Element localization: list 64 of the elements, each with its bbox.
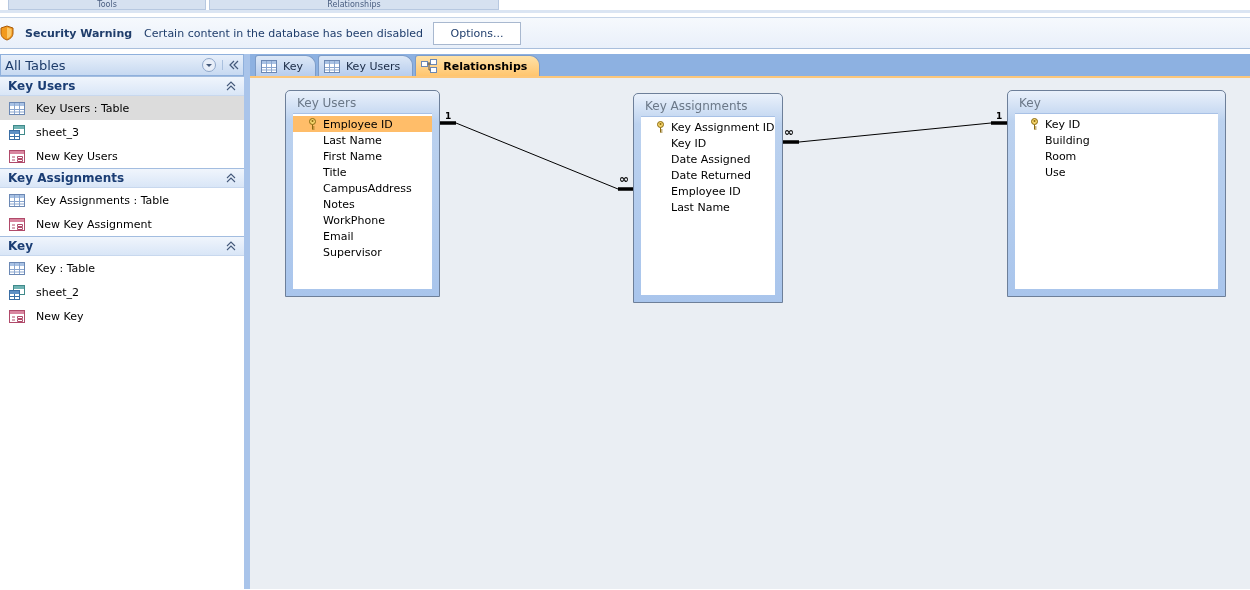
field-item[interactable]: Last Name <box>293 132 432 148</box>
nav-item[interactable]: Key Assignments : Table <box>0 188 244 212</box>
form-icon <box>9 216 25 232</box>
collapse-pane-icon[interactable] <box>222 60 239 70</box>
options-button[interactable]: Options... <box>433 21 522 45</box>
field-item[interactable]: Room <box>1015 148 1218 164</box>
document-tab[interactable]: Key Users <box>317 55 414 76</box>
dropdown-icon[interactable] <box>202 58 216 72</box>
field-item[interactable]: Email <box>293 228 432 244</box>
nav-item[interactable]: sheet_3 <box>0 120 244 144</box>
group-header[interactable]: Key <box>0 236 244 256</box>
table-icon <box>9 192 25 208</box>
cardinality-label: ∞ <box>619 174 629 184</box>
relationship-line[interactable] <box>783 121 1007 144</box>
group-title: Key <box>8 239 35 253</box>
field-item[interactable]: Employee ID <box>641 183 775 199</box>
cardinality-label: ∞ <box>784 127 794 137</box>
nav-item[interactable]: New Key <box>0 304 244 328</box>
field-item[interactable]: Key Assignment ID <box>641 119 775 135</box>
cardinality-label: 1 <box>996 111 1003 121</box>
table-icon <box>9 260 25 276</box>
form-icon <box>9 308 25 324</box>
nav-item[interactable]: sheet_2 <box>0 280 244 304</box>
sheet-icon <box>9 284 25 300</box>
field-item[interactable]: Date Assigned <box>641 151 775 167</box>
field-item[interactable]: Date Returned <box>641 167 775 183</box>
field-item[interactable]: Supervisor <box>293 244 432 260</box>
field-item[interactable]: Key ID <box>641 135 775 151</box>
field-item[interactable]: Use <box>1015 164 1218 180</box>
field-item[interactable]: Employee ID <box>293 116 432 132</box>
table-icon <box>323 58 340 74</box>
shield-icon <box>0 25 14 41</box>
field-item[interactable]: Title <box>293 164 432 180</box>
group-header[interactable]: Key Users <box>0 76 244 96</box>
table-window[interactable]: Key Users Employee ID Last Name First Name Title CampusAddress Notes WorkPhone Email Supervisor <box>285 90 440 297</box>
nav-item[interactable]: Key : Table <box>0 256 244 280</box>
pane-title[interactable]: All Tables <box>5 57 202 73</box>
table-icon <box>261 58 277 74</box>
field-item[interactable]: Key ID <box>1015 116 1218 132</box>
field-item[interactable]: Notes <box>293 196 432 212</box>
document-tab[interactable]: Relationships <box>415 55 541 76</box>
group-title: Key Users <box>8 79 77 93</box>
table-window[interactable]: Key Key ID Building Room Use <box>1007 90 1226 297</box>
nav-item[interactable]: Key Users : Table <box>0 96 244 120</box>
warning-message: Certain content in the database has been disabled <box>144 26 424 40</box>
cardinality-label: 1 <box>445 111 452 121</box>
ribbon-tab[interactable]: Tools <box>8 0 206 10</box>
group-header[interactable]: Key Assignments <box>0 168 244 188</box>
relationships-icon <box>421 58 438 74</box>
field-item[interactable]: WorkPhone <box>293 212 432 228</box>
nav-item[interactable]: New Key Assignment <box>0 212 244 236</box>
table-icon <box>9 100 25 116</box>
group-title: Key Assignments <box>8 171 126 185</box>
sheet-icon <box>9 124 25 140</box>
nav-item[interactable]: New Key Users <box>0 144 244 168</box>
form-icon <box>9 148 25 164</box>
table-window[interactable]: Key Assignments Key Assignment ID Key ID Date Assigned Date Returned Employee ID Last Name <box>633 93 783 303</box>
document-tab[interactable]: Key <box>255 55 316 76</box>
field-item[interactable]: Building <box>1015 132 1218 148</box>
ribbon-tab[interactable]: Relationships <box>209 0 499 10</box>
field-item[interactable]: CampusAddress <box>293 180 432 196</box>
warning-title: Security Warning <box>25 26 133 40</box>
field-item[interactable]: First Name <box>293 148 432 164</box>
field-item[interactable]: Last Name <box>641 199 775 215</box>
